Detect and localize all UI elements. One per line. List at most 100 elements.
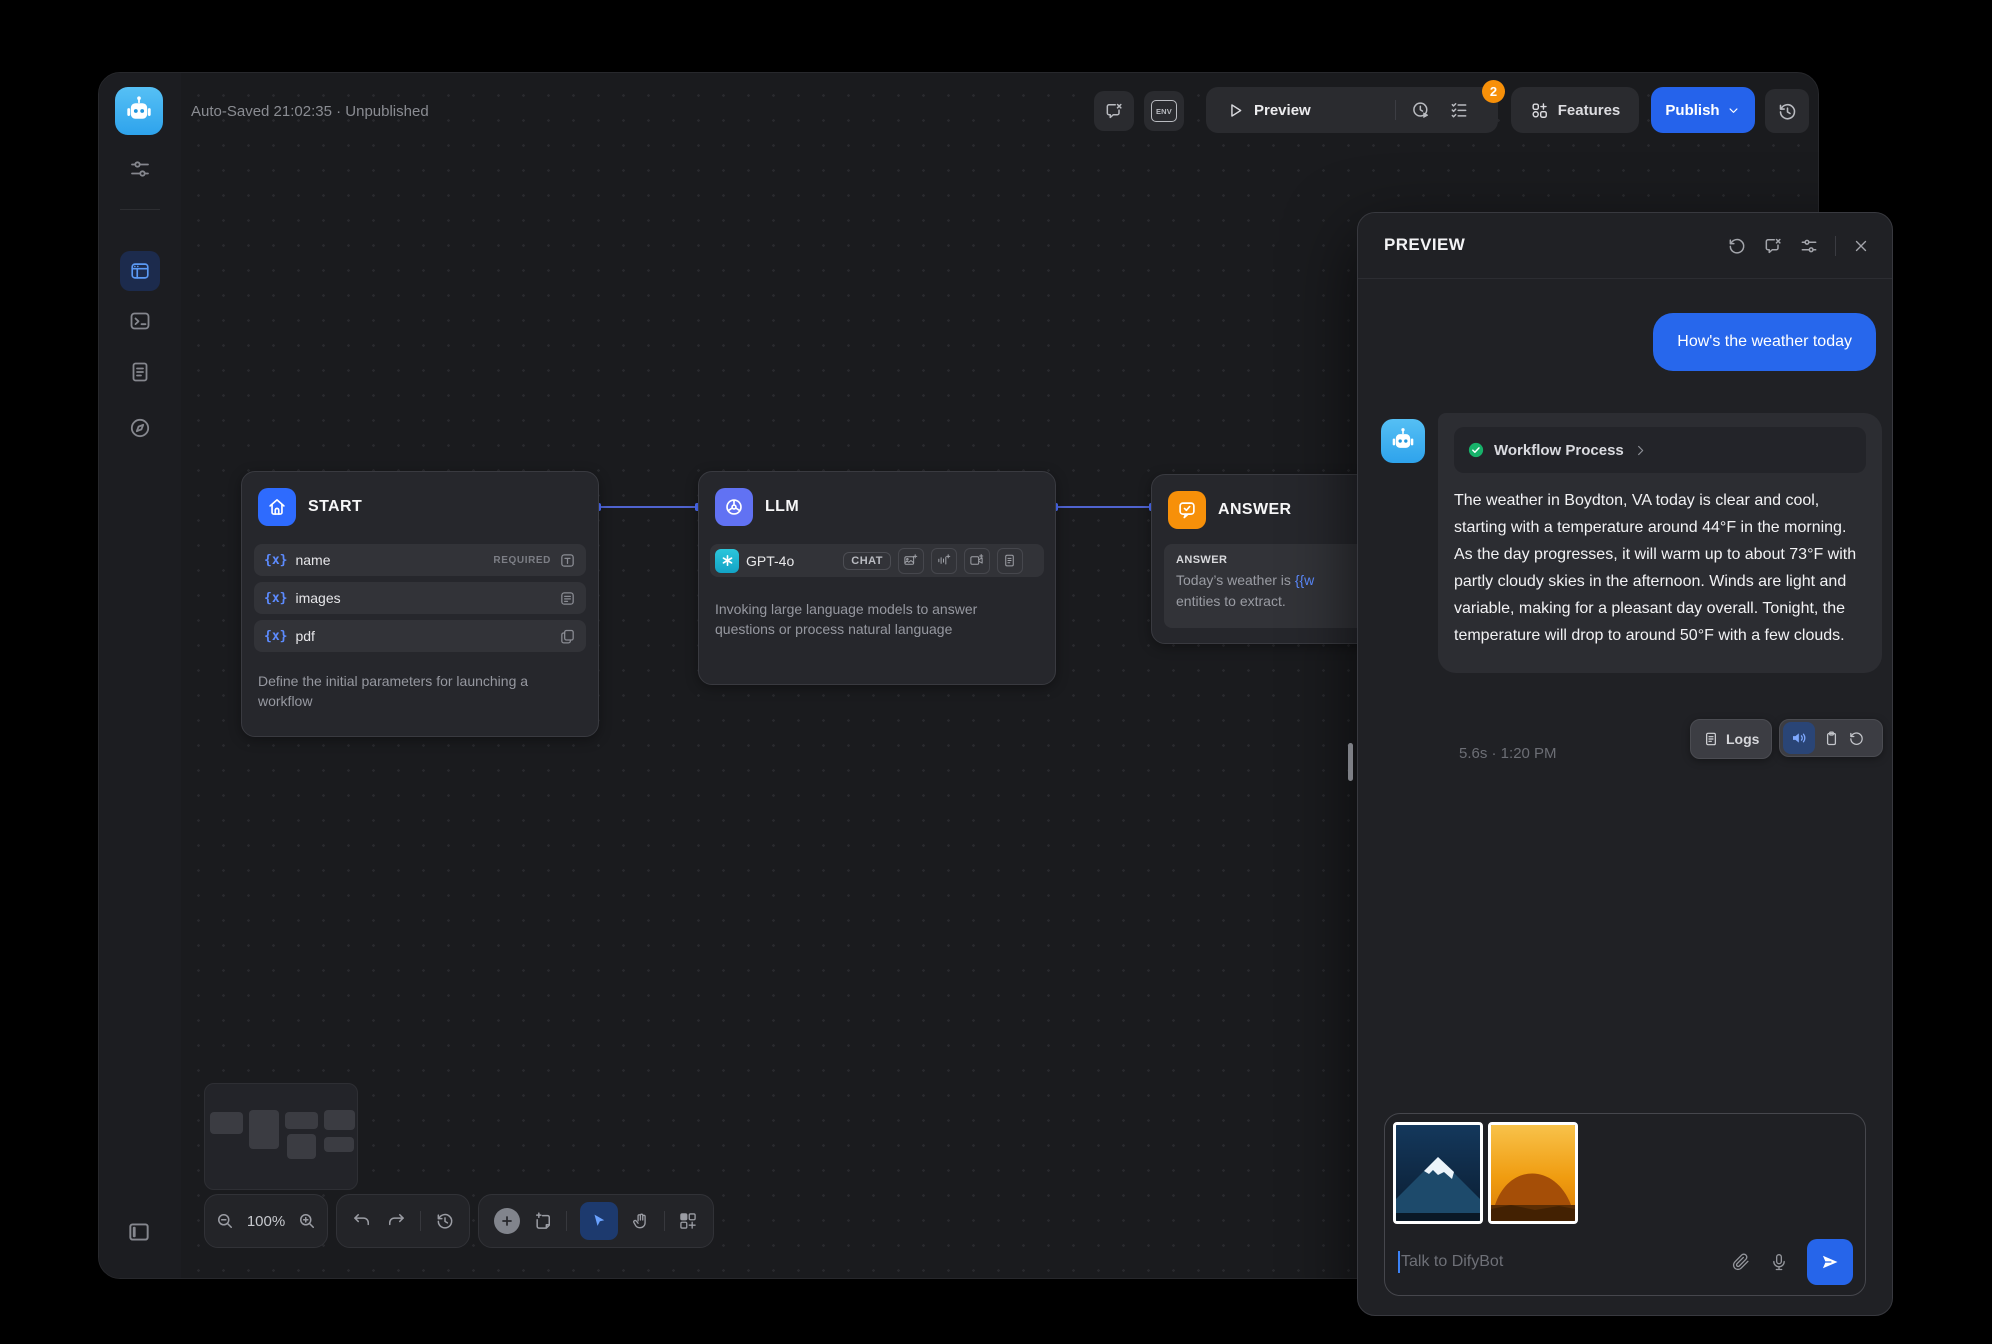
var-braces: {x} [264,629,287,644]
env-variables-button[interactable]: ENV [1144,91,1184,131]
preview-header: PREVIEW [1358,213,1892,279]
bot-answer-text: The weather in Boydton, VA today is clea… [1454,487,1858,649]
features-icon [1530,101,1549,120]
publish-label: Publish [1665,102,1719,119]
preview-run-button[interactable]: Preview [1226,101,1311,120]
sidebar-item-api-terminal-icon[interactable] [128,309,152,333]
node-title: START [308,498,362,516]
zoom-level[interactable]: 100% [247,1213,285,1230]
toolbar-divider [566,1211,567,1231]
home-icon [258,488,296,526]
logs-button[interactable]: Logs [1690,719,1772,759]
settings-sliders-icon[interactable] [128,157,152,181]
start-field-name[interactable]: {x} name REQUIRED [254,544,586,576]
attach-paperclip-icon[interactable] [1731,1252,1751,1272]
restart-conversation-icon[interactable] [1727,236,1747,256]
app-logo-robot-icon[interactable] [115,87,163,135]
env-icon: ENV [1151,100,1177,122]
close-icon[interactable] [1852,237,1870,255]
preview-settings-icon[interactable] [1799,236,1819,256]
send-button[interactable] [1807,1239,1853,1285]
message-actions [1779,719,1883,757]
hand-mode-button[interactable] [631,1211,651,1231]
form-list-icon [559,590,576,607]
field-name: pdf [295,628,314,644]
panel-resize-handle[interactable] [1348,743,1353,781]
zoom-toolbar: 100% [204,1194,328,1248]
node-start[interactable]: START {x} name REQUIRED {x} images {x} p… [241,471,599,737]
add-note-button[interactable] [533,1211,553,1231]
attached-image-mountain-night[interactable] [1393,1122,1483,1224]
features-button[interactable]: Features [1511,87,1639,133]
text-to-speech-button[interactable] [1783,722,1815,754]
canvas-minimap[interactable] [204,1083,358,1190]
autosave-status: Auto-Saved 21:02:35 · Unpublished [191,103,429,120]
change-history-button[interactable] [435,1211,455,1231]
llm-brain-icon [715,488,753,526]
redo-button[interactable] [386,1211,406,1231]
sidebar-item-logs-icon[interactable] [128,360,152,384]
annotation-icon[interactable] [1763,236,1783,256]
bot-avatar [1381,419,1425,463]
add-node-button[interactable] [494,1208,520,1234]
llm-model-row[interactable]: GPT-4o CHAT [710,544,1044,577]
required-tag: REQUIRED [493,555,551,566]
screen: START {x} name REQUIRED {x} images {x} p… [0,0,1992,1344]
history-toolbar [336,1194,470,1248]
field-name: name [295,552,330,568]
success-check-icon [1467,441,1485,459]
annotation-button[interactable] [1094,91,1134,131]
run-history-button[interactable] [1411,100,1431,120]
chevron-right-icon [1633,443,1648,458]
organize-blocks-button[interactable] [678,1211,698,1231]
workflow-process-row[interactable]: Workflow Process [1454,427,1866,473]
message-meta: 5.6s · 1:20 PM [1459,745,1557,762]
chat-input-box [1384,1113,1866,1296]
chat-input[interactable] [1399,1252,1713,1272]
toolbar-divider [420,1211,421,1231]
voice-mic-icon[interactable] [1769,1252,1789,1272]
node-answer-header: ANSWER [1168,491,1292,529]
preview-title: PREVIEW [1384,235,1465,255]
pointer-mode-button[interactable] [580,1202,618,1240]
checklist-count-badge: 2 [1482,80,1505,103]
chevron-down-icon [1726,103,1741,118]
run-preview-group: Preview 2 [1206,87,1498,133]
node-llm-header: LLM [715,488,799,526]
bot-message-card: Workflow Process The weather in Boydton,… [1438,413,1882,673]
files-icon [559,628,576,645]
start-field-pdf[interactable]: {x} pdf [254,620,586,652]
text-input-type-icon [559,552,576,569]
var-braces: {x} [264,553,287,568]
toolbar-divider [664,1211,665,1231]
model-mode-badge: CHAT [843,552,891,570]
sidebar-item-orchestrate[interactable] [120,251,160,291]
logs-label: Logs [1726,731,1759,747]
toolbar-divider [1395,100,1396,120]
sidebar-item-monitoring-compass-icon[interactable] [128,416,152,440]
start-field-images[interactable]: {x} images [254,582,586,614]
copy-button[interactable] [1823,730,1840,747]
version-history-button[interactable] [1765,89,1809,133]
logs-icon [1703,731,1719,747]
attached-image-mountain-sunset[interactable] [1488,1122,1578,1224]
zoom-out-button[interactable] [215,1211,235,1231]
node-start-header: START [258,488,362,526]
sidebar-divider [120,209,160,210]
model-name: GPT-4o [746,553,794,569]
workflow-process-label: Workflow Process [1494,442,1624,459]
collapse-panel-icon[interactable] [126,1219,150,1243]
publish-button[interactable]: Publish [1651,87,1755,133]
audio-capability-icon [931,548,957,574]
template-variable: {{w [1295,572,1314,588]
vision-capability-icon [898,548,924,574]
undo-button[interactable] [352,1211,372,1231]
answer-bubble-icon [1168,491,1206,529]
regenerate-button[interactable] [1848,730,1865,747]
checklist-button[interactable] [1449,100,1469,120]
node-llm[interactable]: LLM GPT-4o CHAT Invoking large language … [698,471,1056,685]
field-name: images [295,590,340,606]
user-message-bubble: How's the weather today [1653,313,1876,371]
zoom-in-button[interactable] [297,1211,317,1231]
canvas-tools-toolbar [478,1194,714,1248]
